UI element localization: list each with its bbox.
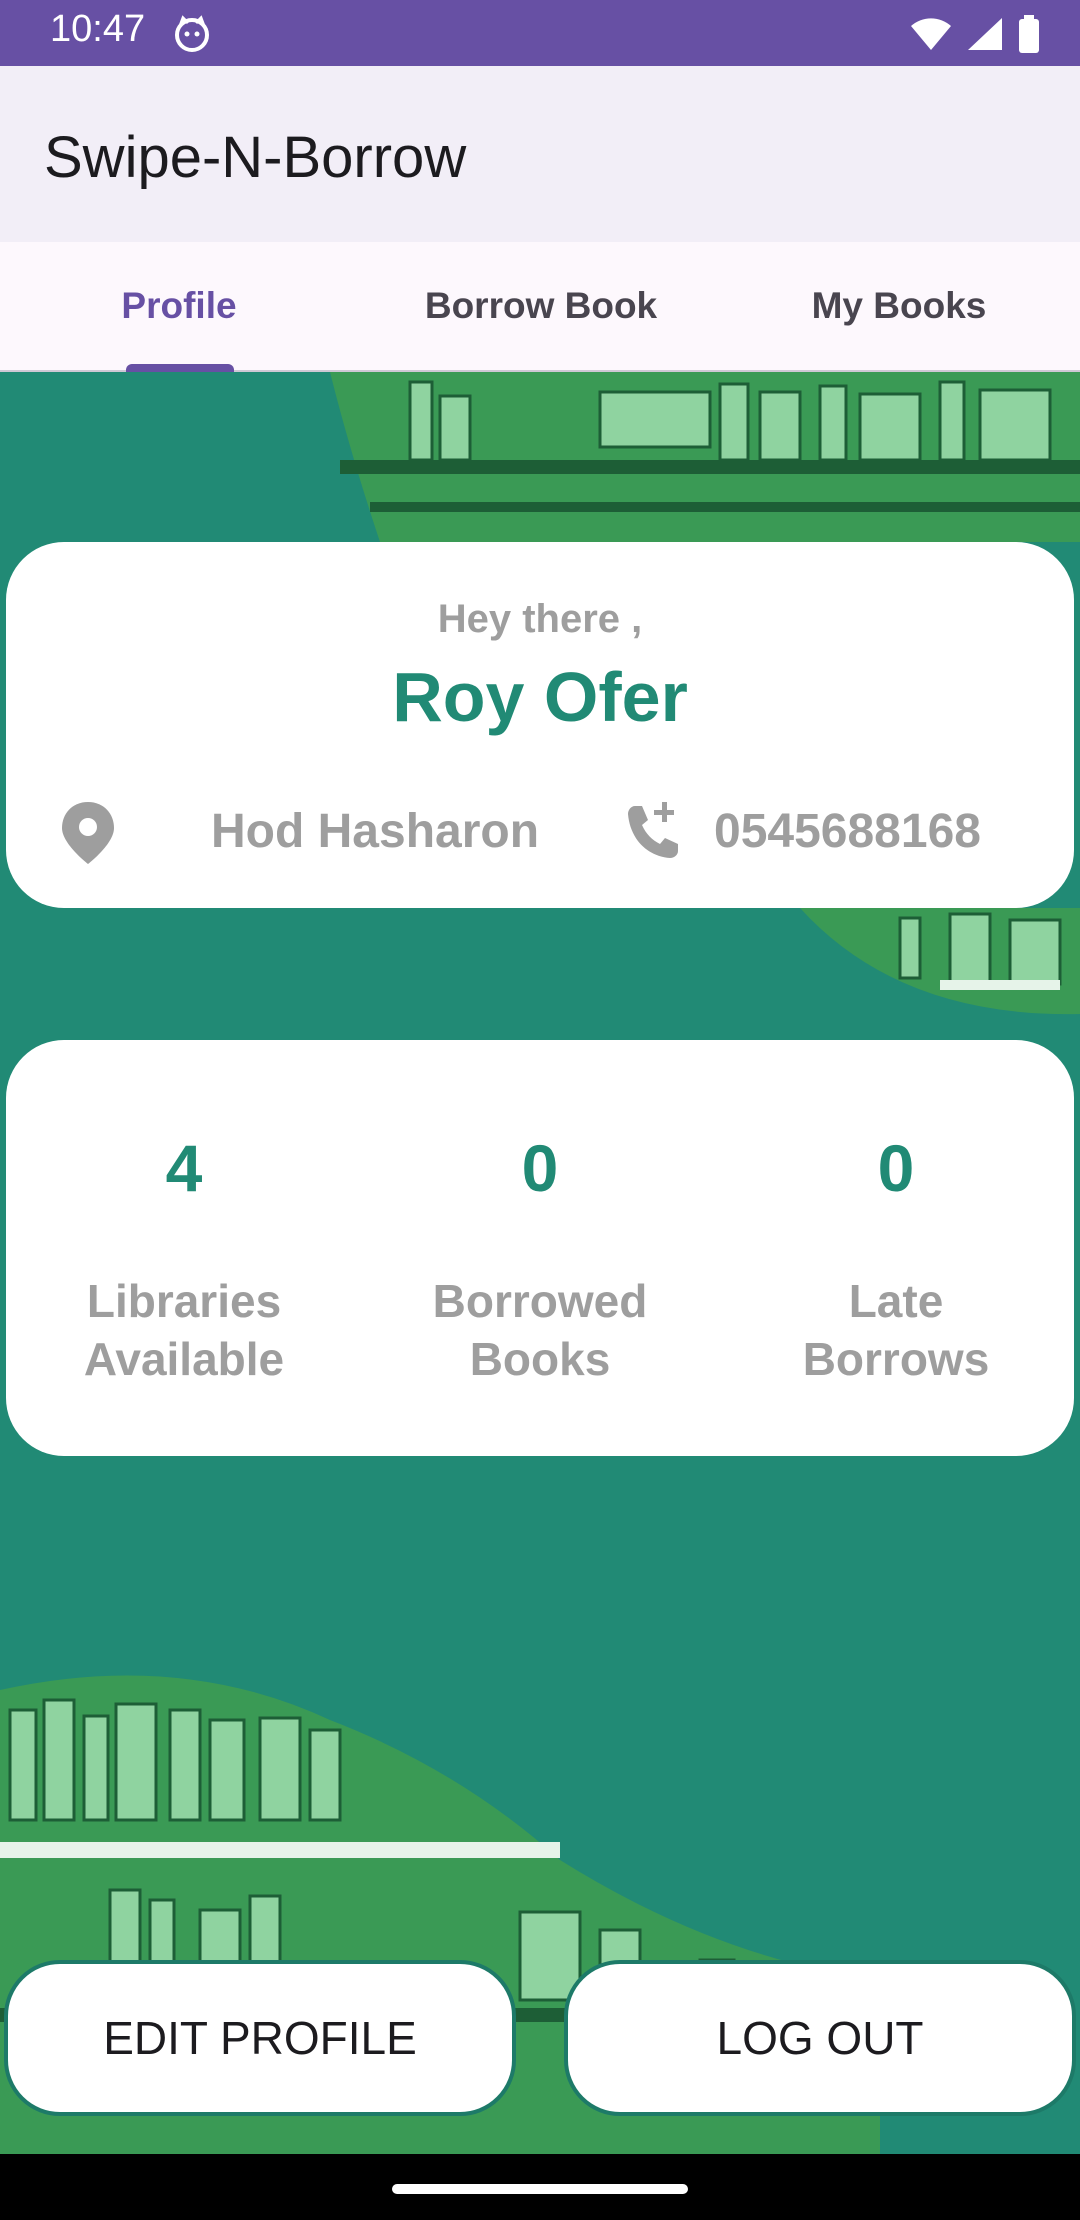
- phone-text: 0545688168: [714, 805, 981, 858]
- location-text: Hod Hasharon: [211, 805, 540, 858]
- stat-label-line: Borrowed: [432, 1275, 648, 1327]
- home-gesture-handle[interactable]: [392, 2184, 688, 2194]
- stat-label-line: Libraries: [86, 1275, 282, 1327]
- tab-bar: Profile Borrow Book My Books: [0, 242, 1080, 372]
- system-navigation-bar: [0, 2154, 1080, 2220]
- bookshelf-background-middle: [800, 908, 1080, 1015]
- signal-icon: [968, 18, 1002, 50]
- cat-notification-icon: [175, 15, 209, 52]
- tab-borrow-book[interactable]: Borrow Book: [362, 242, 720, 370]
- location-pin-icon: [62, 802, 114, 864]
- tab-profile[interactable]: Profile: [0, 242, 358, 370]
- profile-card: Hey there , Roy Ofer Hod Hasharon 054568…: [6, 542, 1074, 908]
- stat-label: Borrowed Books: [362, 1272, 718, 1388]
- edit-profile-button[interactable]: EDIT PROFILE: [4, 1960, 516, 2116]
- stat-value: 0: [521, 1131, 559, 1205]
- wifi-icon: [911, 18, 951, 50]
- status-icons: [910, 14, 1040, 54]
- user-name: Roy Ofer: [392, 658, 688, 736]
- stat-label-line: Available: [83, 1333, 285, 1385]
- stat-label-line: Borrows: [802, 1333, 990, 1385]
- tab-my-books[interactable]: My Books: [720, 242, 1078, 370]
- app-title: Swipe-N-Borrow: [44, 125, 467, 190]
- stat-value: 0: [877, 1131, 915, 1205]
- log-out-button[interactable]: LOG OUT: [564, 1960, 1076, 2116]
- stat-label: Libraries Available: [6, 1272, 362, 1388]
- app-bar: Swipe-N-Borrow: [0, 66, 1080, 242]
- stat-label-line: Late: [848, 1275, 944, 1327]
- stat-value: 4: [165, 1131, 203, 1205]
- status-time: 10:47: [50, 8, 146, 50]
- stats-card: 4 Libraries Available 0 Borrowed Books 0…: [6, 1040, 1074, 1456]
- stat-label-line: Books: [469, 1333, 611, 1385]
- status-bar: 10:47: [0, 0, 1080, 66]
- greeting-text: Hey there ,: [437, 597, 643, 641]
- stat-label: Late Borrows: [718, 1272, 1074, 1388]
- tab-indicator: [126, 364, 234, 372]
- phone-add-icon: [628, 802, 678, 858]
- battery-icon: [1019, 15, 1039, 53]
